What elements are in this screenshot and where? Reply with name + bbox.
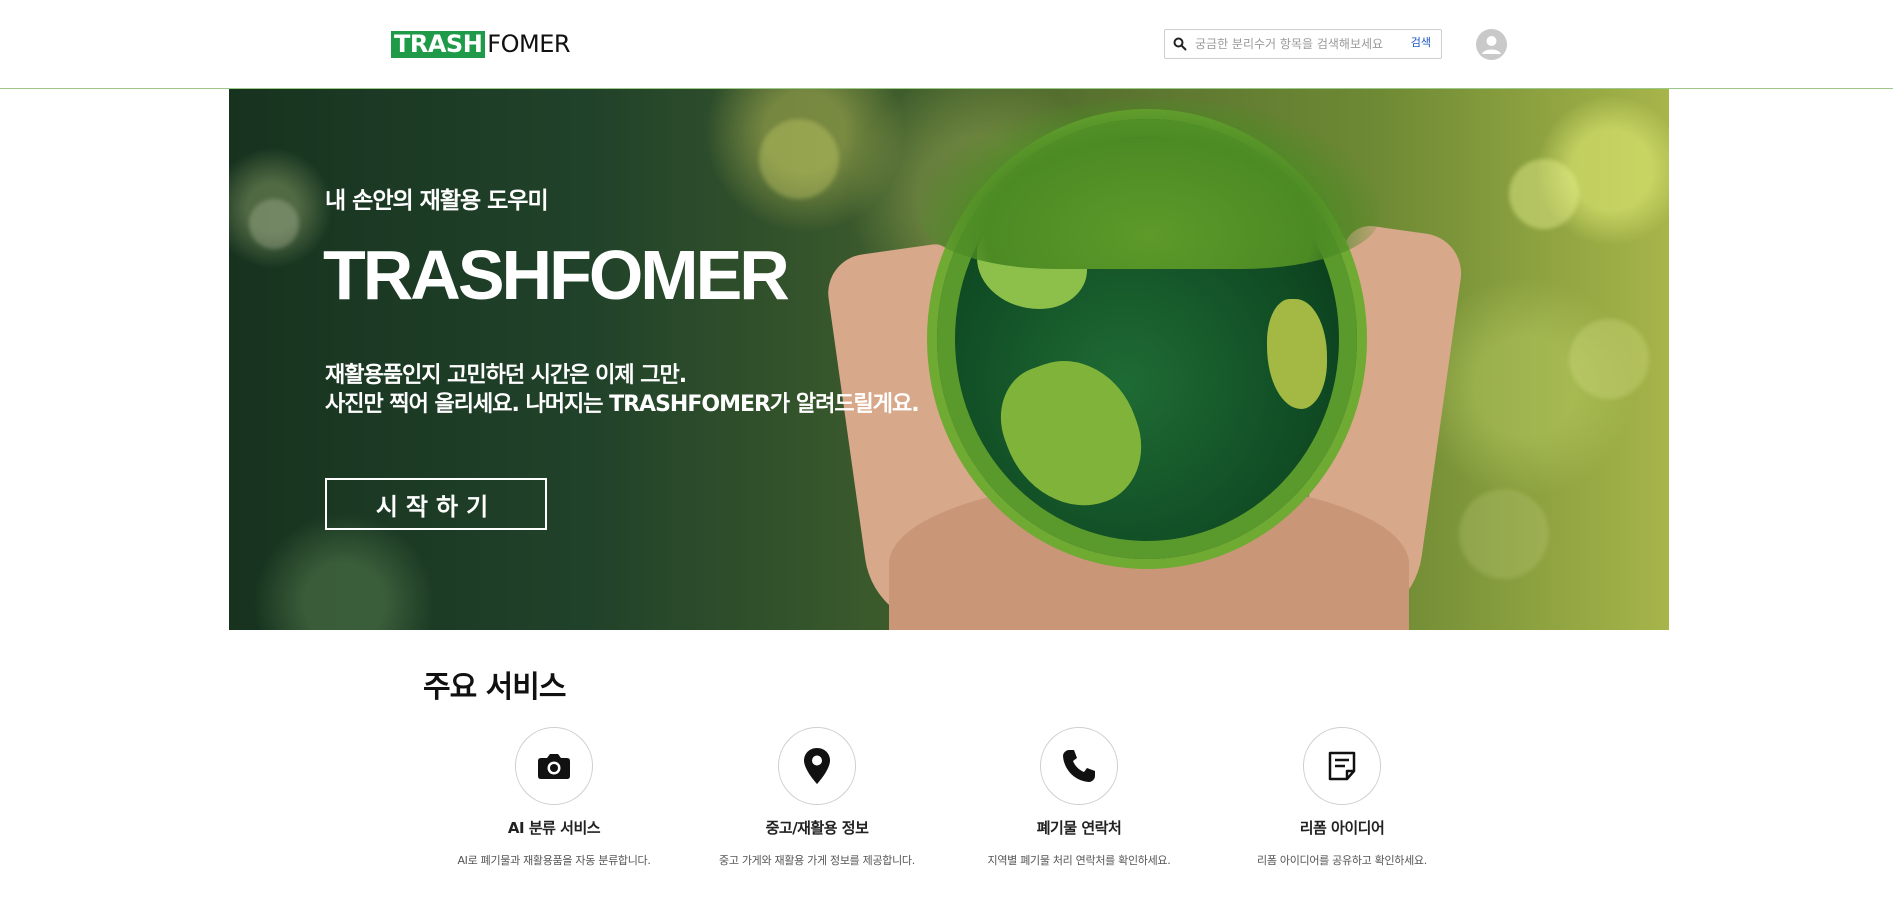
hero-description: 재활용품인지 고민하던 시간은 이제 그만. 사진만 찍어 올리세요. 나머지는… xyxy=(325,361,920,419)
search-button[interactable]: 검색 xyxy=(1411,34,1431,50)
service-description: 지역별 폐기물 처리 연락처를 확인하세요. xyxy=(987,854,1171,867)
search-bar: 검색 xyxy=(1164,29,1442,59)
bokeh-light xyxy=(759,119,839,199)
service-card-ai[interactable]: AI 분류 서비스 AI로 폐기물과 재활용품을 자동 분류합니다. xyxy=(434,727,674,868)
camera-icon xyxy=(538,754,570,779)
service-description: 리폼 아이디어를 공유하고 확인하세요. xyxy=(1257,854,1427,867)
hero-banner: 내 손안의 재활용 도우미 TRASHFOMER 재활용품인지 고민하던 시간은… xyxy=(229,89,1669,630)
service-name: 중고/재활용 정보 xyxy=(765,819,869,837)
service-icon-circle xyxy=(1303,727,1381,805)
globe-in-hands-illustration xyxy=(823,99,1467,630)
search-input[interactable] xyxy=(1195,31,1395,57)
service-name: AI 분류 서비스 xyxy=(507,819,601,837)
service-name: 리폼 아이디어 xyxy=(1299,819,1385,837)
user-icon xyxy=(1482,36,1501,54)
service-card-reform[interactable]: 리폼 아이디어 리폼 아이디어를 공유하고 확인하세요. xyxy=(1222,727,1462,868)
service-description: AI로 폐기물과 재활용품을 자동 분류합니다. xyxy=(457,854,651,867)
service-description: 중고 가게와 재활용 가게 정보를 제공합니다. xyxy=(719,854,915,867)
note-icon xyxy=(1328,751,1356,781)
service-icon-circle xyxy=(778,727,856,805)
logo-fomer-text: FOMER xyxy=(487,30,571,58)
search-icon xyxy=(1165,30,1195,58)
service-name: 폐기물 연락처 xyxy=(1036,819,1122,837)
location-pin-icon xyxy=(804,748,830,784)
bokeh-light xyxy=(1459,489,1549,579)
hero-description-line-2: 사진만 찍어 올리세요. 나머지는 TRASHFOMER가 알려드릴게요. xyxy=(325,392,920,417)
service-icon-circle xyxy=(515,727,593,805)
land-africa xyxy=(1267,299,1327,409)
moss-crown xyxy=(919,99,1379,269)
bokeh-light xyxy=(1509,159,1579,229)
bokeh-light xyxy=(1569,319,1649,399)
site-header: TRASH FOMER 검색 xyxy=(0,0,1893,89)
service-icon-circle xyxy=(1040,727,1118,805)
logo-trash-text: TRASH xyxy=(391,31,486,58)
hero-title: TRASHFOMER xyxy=(323,236,790,314)
hero-description-line-1: 재활용품인지 고민하던 시간은 이제 그만. xyxy=(325,363,687,388)
start-button[interactable]: 시작하기 xyxy=(325,478,547,530)
bokeh-light xyxy=(249,199,299,249)
services-title: 주요 서비스 xyxy=(423,670,566,705)
phone-icon xyxy=(1063,750,1095,782)
hero-subtitle: 내 손안의 재활용 도우미 xyxy=(325,188,549,214)
avatar[interactable] xyxy=(1476,29,1507,60)
land-south-america xyxy=(985,341,1159,527)
logo[interactable]: TRASH FOMER xyxy=(391,30,571,58)
service-card-contact[interactable]: 폐기물 연락처 지역별 폐기물 처리 연락처를 확인하세요. xyxy=(959,727,1199,868)
service-card-secondhand[interactable]: 중고/재활용 정보 중고 가게와 재활용 가게 정보를 제공합니다. xyxy=(697,727,937,868)
